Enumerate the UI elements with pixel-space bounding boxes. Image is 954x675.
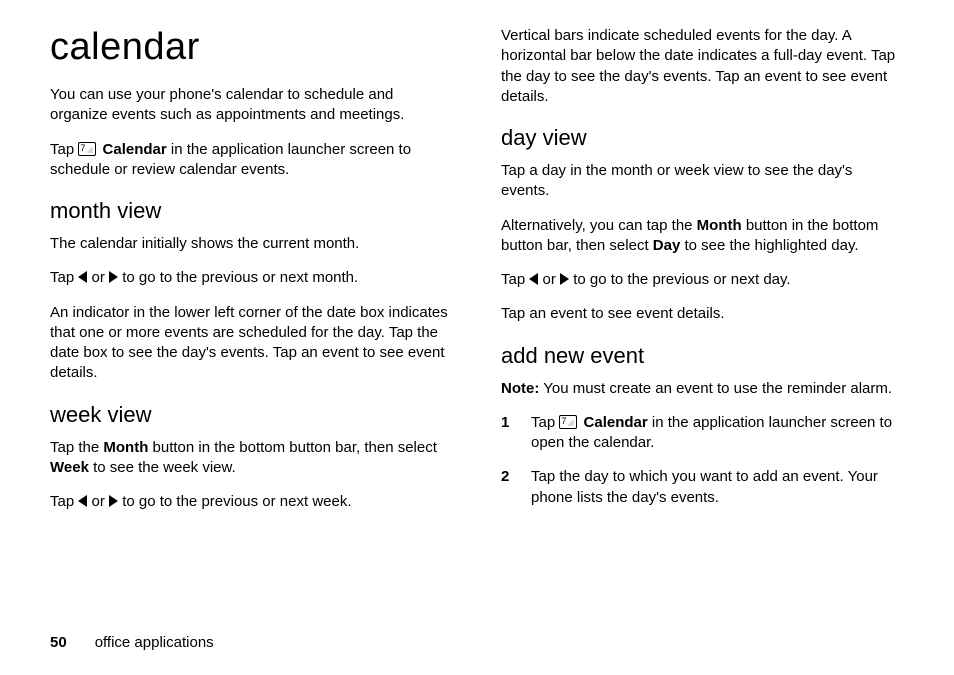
text-fragment: to go to the previous or next week.: [118, 493, 351, 510]
text-fragment: Tap: [50, 269, 78, 286]
triangle-left-icon: [529, 273, 538, 285]
list-item: 1 Tap Calendar in the application launch…: [501, 413, 904, 454]
month-p2: Tap or to go to the previous or next mon…: [50, 268, 453, 288]
month-view-heading: month view: [50, 198, 453, 224]
triangle-right-icon: [560, 273, 569, 285]
step-text: Tap the day to which you want to add an …: [531, 467, 904, 508]
page-number: 50: [50, 634, 67, 651]
text-fragment: to see the week view.: [89, 459, 236, 476]
manual-page: calendar You can use your phone's calend…: [0, 0, 954, 675]
calendar-icon: [559, 415, 577, 429]
left-column: calendar You can use your phone's calend…: [50, 26, 453, 606]
add-event-heading: add new event: [501, 343, 904, 369]
step-text: Tap Calendar in the application launcher…: [531, 413, 904, 454]
step-number: 1: [501, 413, 513, 454]
day-p2: Alternatively, you can tap the Month but…: [501, 216, 904, 257]
text-fragment: Tap: [501, 271, 529, 288]
page-title: calendar: [50, 26, 453, 69]
text-fragment: Tap: [531, 414, 559, 431]
text-fragment: button in the bottom button bar, then se…: [148, 439, 437, 456]
day-p3: Tap or to go to the previous or next day…: [501, 270, 904, 290]
note-label: Note:: [501, 380, 539, 397]
two-column-layout: calendar You can use your phone's calend…: [50, 26, 904, 606]
month-button-label: Month: [103, 439, 148, 456]
day-view-heading: day view: [501, 125, 904, 151]
triangle-left-icon: [78, 495, 87, 507]
week-view-heading: week view: [50, 402, 453, 428]
text-fragment: or: [87, 269, 109, 286]
text-fragment: Tap: [50, 493, 78, 510]
text-fragment: or: [87, 493, 109, 510]
triangle-left-icon: [78, 271, 87, 283]
triangle-right-icon: [109, 271, 118, 283]
calendar-icon: [78, 142, 96, 156]
intro-paragraph-2: Tap Calendar in the application launcher…: [50, 140, 453, 181]
section-label: office applications: [95, 634, 214, 651]
step-number: 2: [501, 467, 513, 508]
calendar-label: Calendar: [584, 414, 648, 431]
day-p1: Tap a day in the month or week view to s…: [501, 161, 904, 202]
right-top-paragraph: Vertical bars indicate scheduled events …: [501, 26, 904, 107]
text-fragment: or: [538, 271, 560, 288]
month-button-label: Month: [697, 217, 742, 234]
intro-paragraph-1: You can use your phone's calendar to sch…: [50, 85, 453, 126]
steps-list: 1 Tap Calendar in the application launch…: [501, 413, 904, 508]
week-option-label: Week: [50, 459, 89, 476]
text-fragment: Tap: [50, 141, 78, 158]
right-column: Vertical bars indicate scheduled events …: [501, 26, 904, 606]
text-fragment: to see the highlighted day.: [680, 237, 858, 254]
text-fragment: to go to the previous or next month.: [118, 269, 358, 286]
week-p1: Tap the Month button in the bottom butto…: [50, 438, 453, 479]
text-fragment: Tap the: [50, 439, 103, 456]
week-p2: Tap or to go to the previous or next wee…: [50, 492, 453, 512]
list-item: 2 Tap the day to which you want to add a…: [501, 467, 904, 508]
text-fragment: Alternatively, you can tap the: [501, 217, 697, 234]
day-p4: Tap an event to see event details.: [501, 304, 904, 324]
day-option-label: Day: [653, 237, 681, 254]
month-p3: An indicator in the lower left corner of…: [50, 303, 453, 384]
page-footer: 50 office applications: [50, 634, 214, 651]
triangle-right-icon: [109, 495, 118, 507]
text-fragment: to go to the previous or next day.: [569, 271, 791, 288]
calendar-label: Calendar: [103, 141, 167, 158]
add-note: Note: You must create an event to use th…: [501, 379, 904, 399]
month-p1: The calendar initially shows the current…: [50, 234, 453, 254]
note-text: You must create an event to use the remi…: [539, 380, 892, 397]
